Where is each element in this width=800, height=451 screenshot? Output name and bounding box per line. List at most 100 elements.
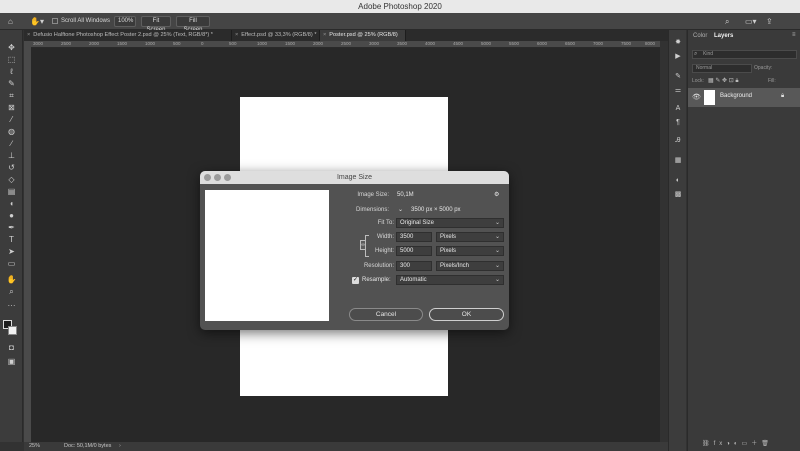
path-selection-tool-icon[interactable]: ➤ [4,246,19,257]
visibility-eye-icon[interactable]: 👁︎ [692,93,701,101]
tab-label: Defusio Halftone Photoshop Effect Poster… [33,32,213,38]
ruler-tick: 3000 [369,41,380,46]
hand-tool-icon[interactable]: ✋ [4,274,19,285]
vertical-ruler[interactable] [24,48,31,442]
frame-tool-icon[interactable]: ⊠ [4,102,19,113]
status-arrow-icon[interactable]: › [119,442,121,451]
move-tool-icon[interactable]: ✥ [4,42,19,53]
tab-color[interactable]: Color [693,33,707,39]
dodge-tool-icon[interactable]: ● [4,210,19,221]
zoom-level[interactable]: 25% [29,442,40,451]
search-icon[interactable]: ⌕ [725,13,729,30]
character-icon[interactable]: A [672,104,684,114]
workspace-icon[interactable]: ▭▾ [745,13,757,30]
tab-document-1[interactable]: × Defusio Halftone Photoshop Effect Poste… [24,30,232,41]
resolution-unit-select[interactable]: Pixels/Inch ⌄ [436,261,504,271]
pen-tool-icon[interactable]: ✒ [4,222,19,233]
quick-select-tool-icon[interactable]: ✎ [4,78,19,89]
history-brush-tool-icon[interactable]: ↺ [4,162,19,173]
width-label: Width: [376,234,394,240]
glyphs-icon[interactable]: Ꭿ [672,136,684,146]
close-icon[interactable]: × [323,30,326,41]
window-title-bar: Adobe Photoshop 2020 [0,0,800,13]
adjustments-icon[interactable]: ✸ [672,38,684,48]
width-input[interactable]: 3500 [396,232,432,242]
more-tools-icon[interactable]: ··· [4,300,19,311]
tab-document-3[interactable]: × Poster.psd @ 25% (RGB/8) [320,30,406,41]
chevron-down-icon: ⌄ [494,234,500,240]
layer-actions-icons[interactable]: ⛓fx◑◐▭＋🗑︎ [702,438,773,447]
ruler-tick: 8000 [645,41,656,46]
panel-menu-icon[interactable]: ≡ [792,32,796,38]
height-input[interactable]: 5000 [396,246,432,256]
rectangle-tool-icon[interactable]: ▭ [4,258,19,269]
close-icon[interactable]: × [27,30,30,41]
ruler-tick: 1000 [145,41,156,46]
grid-icon[interactable]: ▩ [672,190,684,200]
ruler-tick: 5000 [481,41,492,46]
ruler-tick: 3500 [397,41,408,46]
quick-mask-icon[interactable]: ◘ [4,342,19,353]
cancel-button[interactable]: Cancel [349,308,423,321]
lasso-tool-icon[interactable]: ℓ [4,66,19,77]
clone-stamp-tool-icon[interactable]: ⊥ [4,150,19,161]
play-icon[interactable]: ▶ [672,52,684,62]
fit-screen-button[interactable]: Fit Screen [141,16,171,33]
options-bar: ⌂ ✋▾ Scroll All Windows 100% Fit Screen … [0,13,800,33]
zoom-tool-icon[interactable]: ⌕ [4,286,19,297]
close-window-icon[interactable] [204,174,211,181]
height-unit-select[interactable]: Pixels ⌄ [436,246,504,256]
ruler-tick: 2000 [89,41,100,46]
table-icon[interactable]: ▦ [672,156,684,166]
resample-checkbox[interactable]: ✓ [352,277,359,284]
app-title: Adobe Photoshop 2020 [358,2,442,11]
dialog-title-bar: Image Size [200,171,509,184]
horizontal-ruler[interactable]: 3000 2500 2000 1500 1000 500 0 500 1000 … [31,41,660,48]
close-icon[interactable]: × [235,30,238,41]
brush-settings-icon[interactable]: ✎ [672,72,684,82]
paragraph-icon[interactable]: ¶ [672,118,684,128]
minimize-window-icon[interactable] [214,174,221,181]
brush-tool-icon[interactable]: ∕ [4,138,19,149]
type-tool-icon[interactable]: T [4,234,19,245]
eraser-tool-icon[interactable]: ◇ [4,174,19,185]
scroll-all-windows-checkbox[interactable] [52,18,58,24]
background-color-swatch[interactable] [8,326,17,335]
ruler-tick: 3000 [33,41,44,46]
blend-mode-select[interactable]: Normal [692,64,752,73]
home-icon[interactable]: ⌂ [8,13,13,30]
width-value: 3500 [400,234,414,240]
healing-brush-tool-icon[interactable]: ◍ [4,126,19,137]
dimensions-dropdown-icon[interactable]: ⌄ [398,205,403,215]
screen-mode-icon[interactable]: ▣ [4,356,19,367]
layer-lock-icon: 🔒︎ [781,93,785,99]
sliders-icon[interactable]: ⚌ [672,86,684,96]
lock-icons[interactable]: ▦ ✎ ✥ ⊡ 🔒︎ [708,77,739,85]
ruler-tick: 500 [173,41,181,46]
tab-layers[interactable]: Layers [714,33,733,39]
hand-tool-icon[interactable]: ✋▾ [30,13,44,30]
blur-tool-icon[interactable]: ◖ [4,198,19,209]
eyedropper-tool-icon[interactable]: ⁄ [4,114,19,125]
fit-to-select[interactable]: Original Size ⌄ [396,218,504,228]
settings-gear-icon[interactable]: ⚙ [494,190,499,200]
image-preview[interactable] [205,190,329,321]
crop-tool-icon[interactable]: ⌗ [4,90,19,101]
resample-select[interactable]: Automatic ⌄ [396,275,504,285]
gradient-tool-icon[interactable]: ▤ [4,186,19,197]
color-wheel-icon[interactable]: ◐ [672,176,684,186]
layer-row-background[interactable]: 👁︎ Background 🔒︎ [688,88,800,107]
zoom-100-button[interactable]: 100% [114,16,136,27]
image-size-value: 50,1M [397,192,414,198]
marquee-tool-icon[interactable]: ⬚ [4,54,19,65]
maximize-window-icon[interactable] [224,174,231,181]
fill-screen-button[interactable]: Fill Screen [176,16,210,33]
width-unit-select[interactable]: Pixels ⌄ [436,232,504,242]
layer-filter-field[interactable]: Kind [692,50,797,59]
share-icon[interactable]: ⇪ [766,13,773,30]
tab-document-2[interactable]: × Effect.psd @ 33,3% (RGB/8) * [232,30,320,41]
height-unit: Pixels [440,248,457,254]
ok-button[interactable]: OK [429,308,504,321]
resolution-input[interactable]: 300 [396,261,432,271]
ruler-tick: 7000 [593,41,604,46]
